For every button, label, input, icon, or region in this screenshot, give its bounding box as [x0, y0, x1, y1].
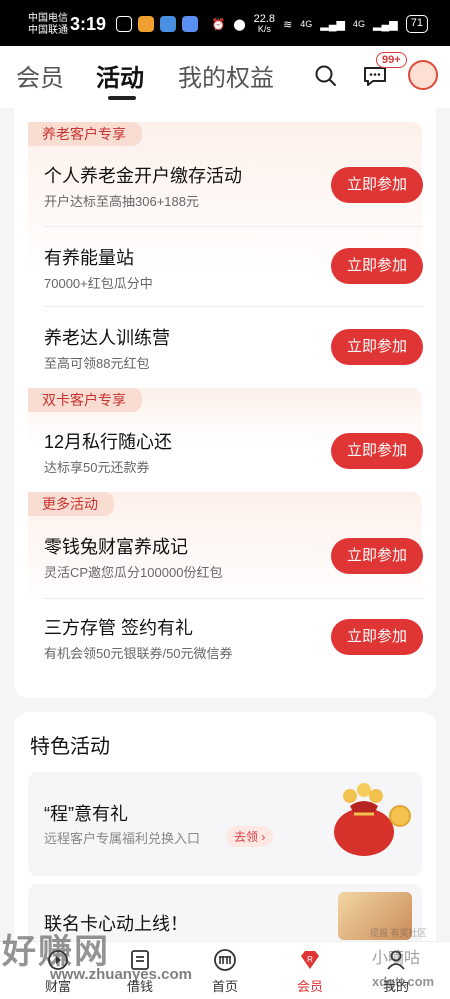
battery-indicator: 71 — [405, 15, 428, 33]
activity-subtitle: 达标享50元还款券 — [44, 460, 150, 475]
signal-4g-1: 4G — [300, 19, 313, 29]
watermark-caption: 提报 有奖社区 — [370, 928, 427, 938]
nav-home[interactable]: 首页 — [185, 942, 265, 999]
top-tab-bar: 会员 活动 我的权益 99+ — [0, 46, 450, 108]
activity-title: 养老达人训练营 — [44, 328, 170, 348]
net-speed-unit: K/s — [257, 24, 271, 34]
signal-4g-2: 4G — [353, 19, 366, 29]
search-icon[interactable] — [314, 64, 338, 88]
app-notification-icon — [160, 16, 176, 32]
featured-title: 特色活动 — [30, 736, 110, 758]
section-label-pension: 养老客户专享 — [28, 122, 142, 146]
watermark-text: 小嘀咕 — [372, 950, 421, 967]
clock: 3:19 — [70, 14, 107, 34]
message-notification-icon — [182, 16, 198, 32]
home-icon — [214, 949, 236, 971]
active-tab-indicator — [108, 96, 136, 100]
app-notification-icon — [138, 16, 154, 32]
mascot-avatar[interactable] — [408, 60, 438, 90]
carrier-info: 中国电信 中国联通 — [28, 13, 68, 37]
wifi-icon: ≋ — [283, 18, 293, 31]
nav-member[interactable]: R 会员 — [270, 942, 350, 999]
svg-text:R: R — [307, 955, 313, 964]
divider — [44, 306, 424, 307]
activity-subtitle: 70000+红包瓜分中 — [44, 276, 153, 291]
join-button[interactable]: 立即参加 — [331, 329, 423, 365]
activity-subtitle: 至高可领88元红包 — [44, 356, 150, 371]
divider — [44, 226, 424, 227]
activity-subtitle: 有机会领50元银联券/50元微信券 — [44, 646, 233, 661]
join-button[interactable]: 立即参加 — [331, 248, 423, 284]
activity-title: 三方存管 签约有礼 — [44, 618, 194, 638]
money-bag-icon — [334, 783, 411, 856]
watermark-url: www.zhuanyes.com — [50, 966, 192, 983]
section-label-more: 更多活动 — [28, 492, 114, 516]
signal-bars-icon: ▂▄▆ — [373, 18, 398, 31]
notification-icons — [116, 16, 198, 32]
divider — [44, 598, 424, 599]
nav-label: 会员 — [296, 979, 323, 994]
activity-title: 个人养老金开户缴存活动 — [44, 166, 242, 186]
nfc-icon — [116, 16, 132, 32]
join-button[interactable]: 立即参加 — [331, 538, 423, 574]
claim-tag[interactable]: 去领 › — [226, 826, 274, 847]
nav-label: 首页 — [211, 979, 238, 994]
status-bar: 中国电信 中国联通 3:19 ⏰ ⬤ 22.8 K/s ≋ 4G ▂▄▆ 4G … — [0, 0, 450, 46]
activity-title: 有养能量站 — [44, 248, 134, 268]
featured-item-subtitle: 远程客户专属福利兑换入口 — [44, 831, 201, 846]
location-icon: ⬤ — [233, 18, 246, 31]
status-right: ⏰ ⬤ 22.8 K/s ≋ 4G ▂▄▆ 4G ▂▄▆ 71 — [212, 14, 428, 34]
join-button[interactable]: 立即参加 — [331, 167, 423, 203]
join-button[interactable]: 立即参加 — [331, 433, 423, 469]
tab-member[interactable]: 会员 — [16, 58, 64, 93]
member-icon: R — [301, 951, 319, 969]
signal-bars-icon: ▂▄▆ — [320, 18, 346, 31]
section-label-dual-card: 双卡客户专享 — [28, 388, 142, 412]
tab-my-benefits[interactable]: 我的权益 — [178, 58, 274, 93]
watermark-url: xdgtt.com — [372, 974, 435, 989]
alarm-icon: ⏰ — [211, 18, 226, 31]
activity-subtitle: 开户达标至高抽306+188元 — [44, 194, 199, 209]
carrier-2: 中国联通 — [28, 25, 68, 36]
net-speed-value: 22.8 — [253, 13, 276, 25]
tab-activity[interactable]: 活动 — [96, 58, 144, 93]
join-button[interactable]: 立即参加 — [331, 619, 423, 655]
activity-title: 12月私行随心还 — [44, 432, 173, 452]
net-speed: 22.8 K/s — [253, 13, 276, 35]
activity-subtitle: 灵活CP邀您瓜分100000份红包 — [44, 565, 223, 580]
message-count-badge: 99+ — [376, 52, 407, 68]
activity-title: 零钱兔财富养成记 — [44, 537, 188, 557]
featured-item-title: “程”意有礼 — [44, 804, 128, 824]
carrier-1: 中国电信 — [28, 13, 68, 24]
